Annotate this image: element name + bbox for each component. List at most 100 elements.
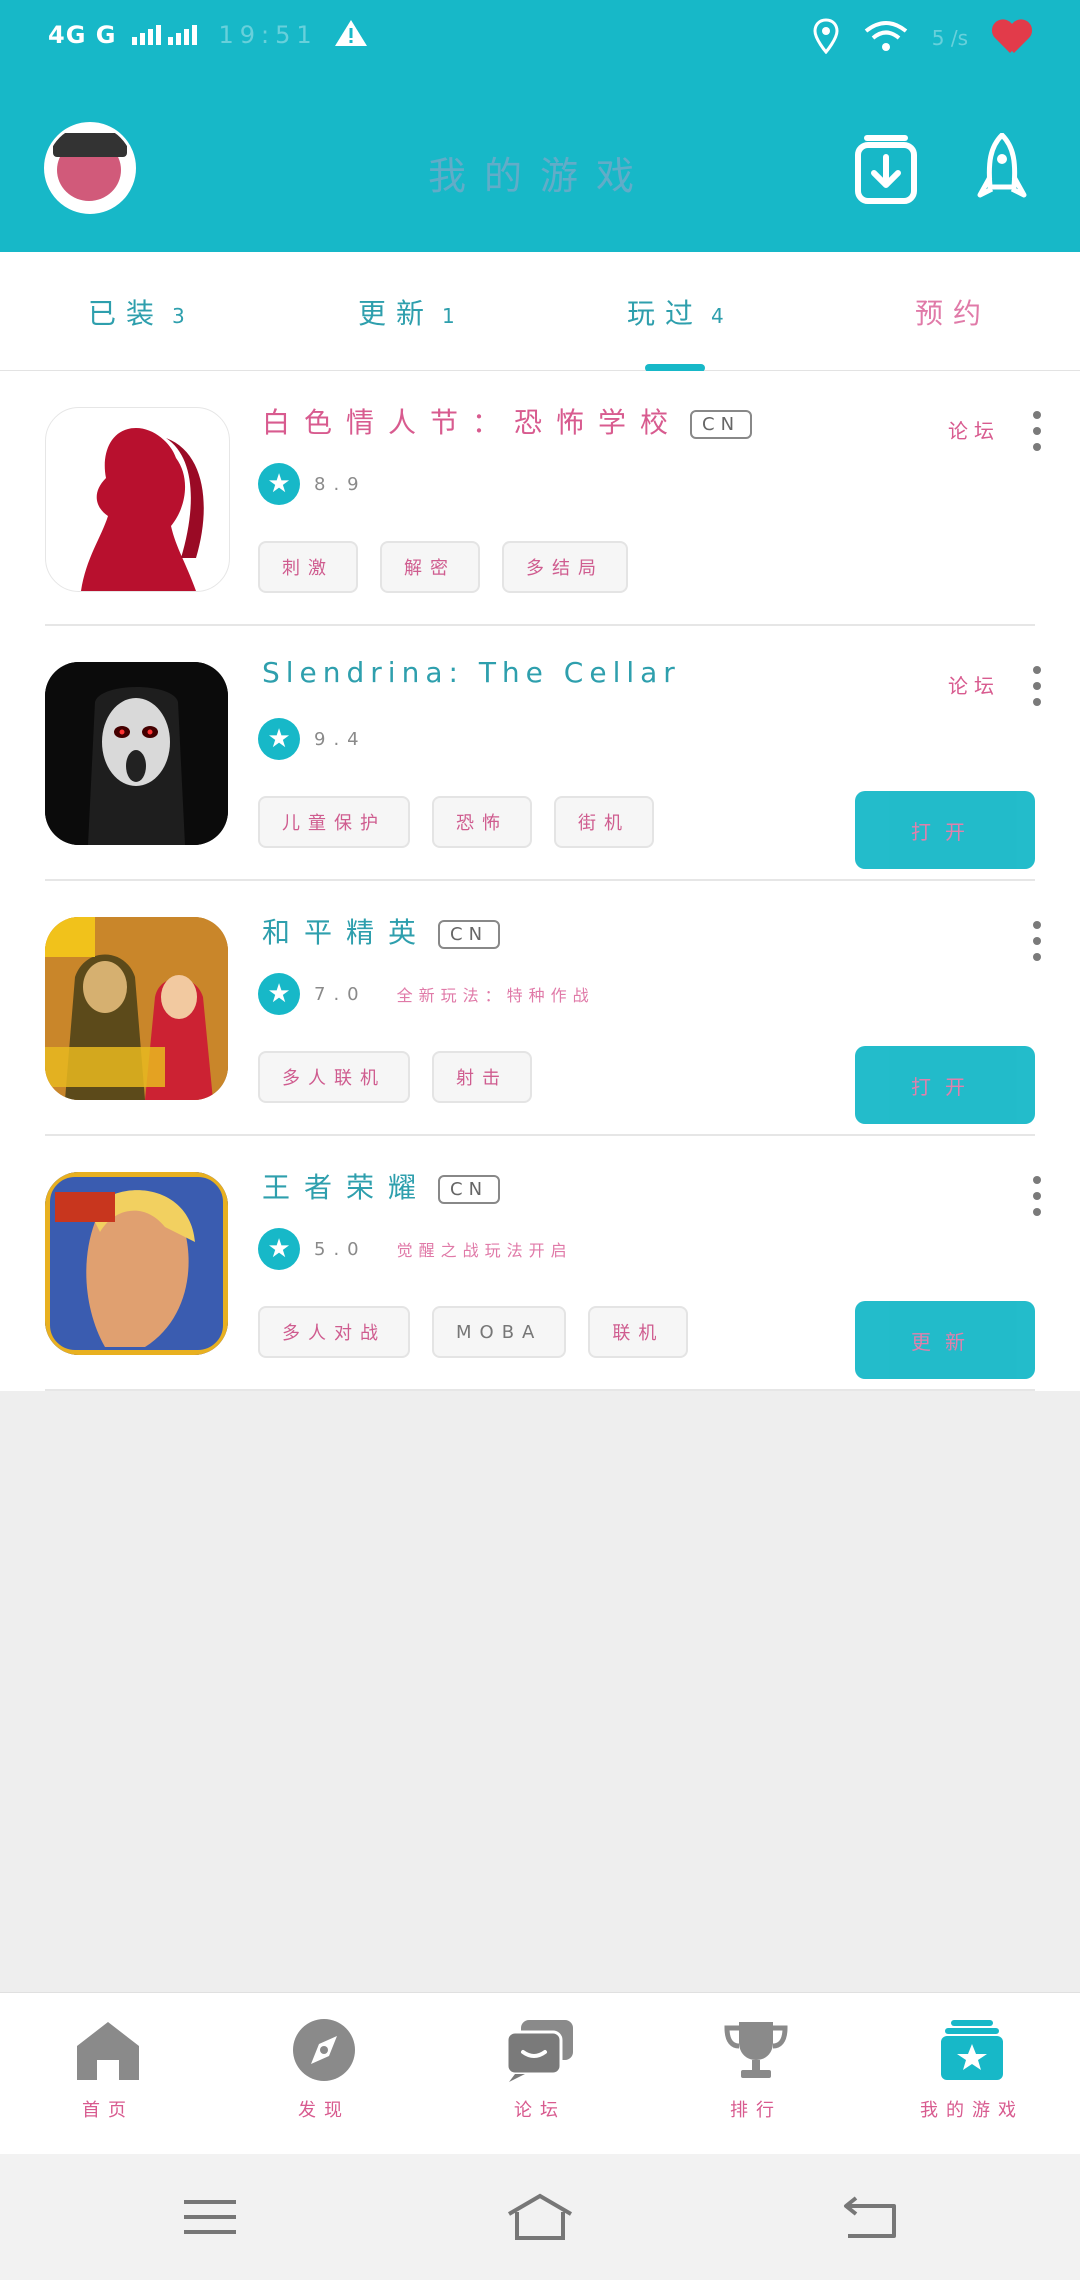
- tab-bar: 已装 3 更新 1 玩过 4 预约: [0, 252, 1080, 372]
- star-icon: ★: [258, 1228, 300, 1270]
- rating-value: 9.4: [314, 728, 367, 750]
- tag[interactable]: 射击: [432, 1051, 532, 1103]
- promo-text: 觉醒之战玩法开启: [396, 1241, 573, 1260]
- tag[interactable]: MOBA: [432, 1306, 567, 1358]
- game-name: Slendrina: The Cellar: [262, 656, 681, 689]
- tag-list: 多人联机 射击: [258, 1051, 532, 1103]
- game-icon: [45, 1172, 228, 1355]
- game-title: 王者荣耀 CN: [262, 1166, 501, 1206]
- tab-label: 预约: [915, 297, 992, 330]
- star-icon: ★: [258, 718, 300, 760]
- open-button[interactable]: 打开: [855, 791, 1035, 869]
- tag[interactable]: 恐怖: [432, 796, 532, 848]
- nav-forum[interactable]: 论坛: [470, 2018, 610, 2122]
- game-icon: [45, 662, 228, 845]
- more-options-icon[interactable]: [1032, 921, 1042, 963]
- game-title: 白色情人节：恐怖学校 CN: [262, 401, 753, 441]
- tab-label: 已装: [88, 297, 165, 330]
- tab-reserved[interactable]: 预约: [915, 292, 991, 332]
- list-item[interactable]: 白色情人节：恐怖学校 CN ★ 8.9 刺激 解密 多结局 论坛: [0, 371, 1080, 626]
- rating-value: 5.0: [314, 1238, 367, 1260]
- nav-label: 首页: [82, 2100, 134, 2121]
- game-name: 王者荣耀: [262, 1171, 431, 1204]
- forum-link[interactable]: 论坛: [948, 670, 1000, 699]
- clock: 19:51: [218, 21, 318, 49]
- nav-home[interactable]: 首页: [38, 2018, 178, 2122]
- list-item[interactable]: 和平精英 CN ★ 7.0 全新玩法：特种作战 多人联机 射击 打开: [0, 881, 1080, 1136]
- tag-list: 多人对战 MOBA 联机: [258, 1306, 689, 1358]
- tag[interactable]: 多人对战: [258, 1306, 410, 1358]
- star-icon: ★: [258, 973, 300, 1015]
- tag[interactable]: 儿童保护: [258, 796, 410, 848]
- game-name: 和平精英: [262, 916, 431, 949]
- chat-icon: [505, 2018, 575, 2082]
- trophy-icon: [721, 2018, 791, 2082]
- tab-installed[interactable]: 已装 3: [88, 292, 185, 332]
- nav-label: 我的游戏: [920, 2100, 1024, 2121]
- tag[interactable]: 联机: [588, 1306, 689, 1358]
- tag-list: 儿童保护 恐怖 街机: [258, 796, 654, 848]
- wifi-icon: [864, 19, 908, 57]
- rating-row: ★ 7.0 全新玩法：特种作战: [258, 973, 595, 1015]
- location-icon: [812, 18, 840, 58]
- tab-count: 4: [711, 304, 724, 328]
- home-system-icon[interactable]: [505, 2192, 575, 2242]
- rocket-icon[interactable]: [970, 131, 1034, 205]
- game-title: Slendrina: The Cellar: [262, 656, 681, 689]
- tag[interactable]: 解密: [380, 541, 480, 593]
- star-icon: ★: [258, 463, 300, 505]
- nav-label: 发现: [298, 2100, 350, 2121]
- network-speed: 5 /s: [931, 26, 968, 50]
- rating-row: ★ 5.0 觉醒之战玩法开启: [258, 1228, 573, 1270]
- nav-my-games[interactable]: 我的游戏: [902, 2018, 1042, 2122]
- status-bar: 4G G 19:51 5 /s: [0, 0, 1080, 85]
- game-title: 和平精英 CN: [262, 911, 501, 951]
- compass-icon: [289, 2018, 359, 2082]
- status-left: 4G G 19:51: [48, 18, 368, 52]
- list-item[interactable]: Slendrina: The Cellar ★ 9.4 儿童保护 恐怖 街机 论…: [0, 626, 1080, 881]
- signal-bars-icon: [132, 21, 202, 49]
- tab-count: 3: [172, 304, 185, 328]
- status-right: 5 /s: [812, 18, 1032, 58]
- game-icon: [45, 917, 228, 1100]
- nav-discover[interactable]: 发现: [254, 2018, 394, 2122]
- menu-icon[interactable]: [180, 2192, 240, 2242]
- game-list: 白色情人节：恐怖学校 CN ★ 8.9 刺激 解密 多结局 论坛 Slendri…: [0, 371, 1080, 1391]
- bottom-navigation: 首页 发现 论坛 排行 我的游戏: [0, 1992, 1080, 2155]
- page-title: 我的游戏: [427, 154, 652, 198]
- tab-count: 1: [442, 304, 455, 328]
- back-icon[interactable]: [840, 2192, 900, 2242]
- download-manager-icon[interactable]: [854, 133, 918, 205]
- tag[interactable]: 多结局: [502, 541, 628, 593]
- heart-icon: [992, 21, 1032, 55]
- promo-text: 全新玩法：特种作战: [396, 986, 595, 1005]
- system-navigation-bar: [0, 2154, 1080, 2280]
- nav-label: 排行: [730, 2100, 782, 2121]
- network-indicator: 4G G: [48, 21, 117, 49]
- tag-list: 刺激 解密 多结局: [258, 541, 628, 593]
- tab-updates[interactable]: 更新 1: [358, 292, 455, 332]
- tag[interactable]: 多人联机: [258, 1051, 410, 1103]
- region-badge: CN: [690, 409, 753, 439]
- rating-row: ★ 8.9: [258, 463, 367, 505]
- warning-icon: [334, 18, 368, 52]
- tab-label: 更新: [358, 297, 435, 330]
- forum-link[interactable]: 论坛: [948, 415, 1000, 444]
- more-options-icon[interactable]: [1032, 666, 1042, 708]
- region-badge: CN: [438, 1174, 501, 1204]
- update-button[interactable]: 更新: [855, 1301, 1035, 1379]
- more-options-icon[interactable]: [1032, 1176, 1042, 1218]
- tag[interactable]: 街机: [554, 796, 654, 848]
- nav-ranking[interactable]: 排行: [686, 2018, 826, 2122]
- tag[interactable]: 刺激: [258, 541, 358, 593]
- nav-label: 论坛: [514, 2100, 566, 2121]
- rating-value: 7.0: [314, 983, 367, 1005]
- open-button[interactable]: 打开: [855, 1046, 1035, 1124]
- game-icon: [45, 407, 230, 592]
- list-item[interactable]: 王者荣耀 CN ★ 5.0 觉醒之战玩法开启 多人对战 MOBA 联机 更新: [0, 1136, 1080, 1391]
- tab-played[interactable]: 玩过 4: [627, 292, 724, 332]
- divider: [45, 1389, 1035, 1391]
- app-header: 我的游戏: [0, 85, 1080, 252]
- more-options-icon[interactable]: [1032, 411, 1042, 453]
- home-icon: [73, 2018, 143, 2082]
